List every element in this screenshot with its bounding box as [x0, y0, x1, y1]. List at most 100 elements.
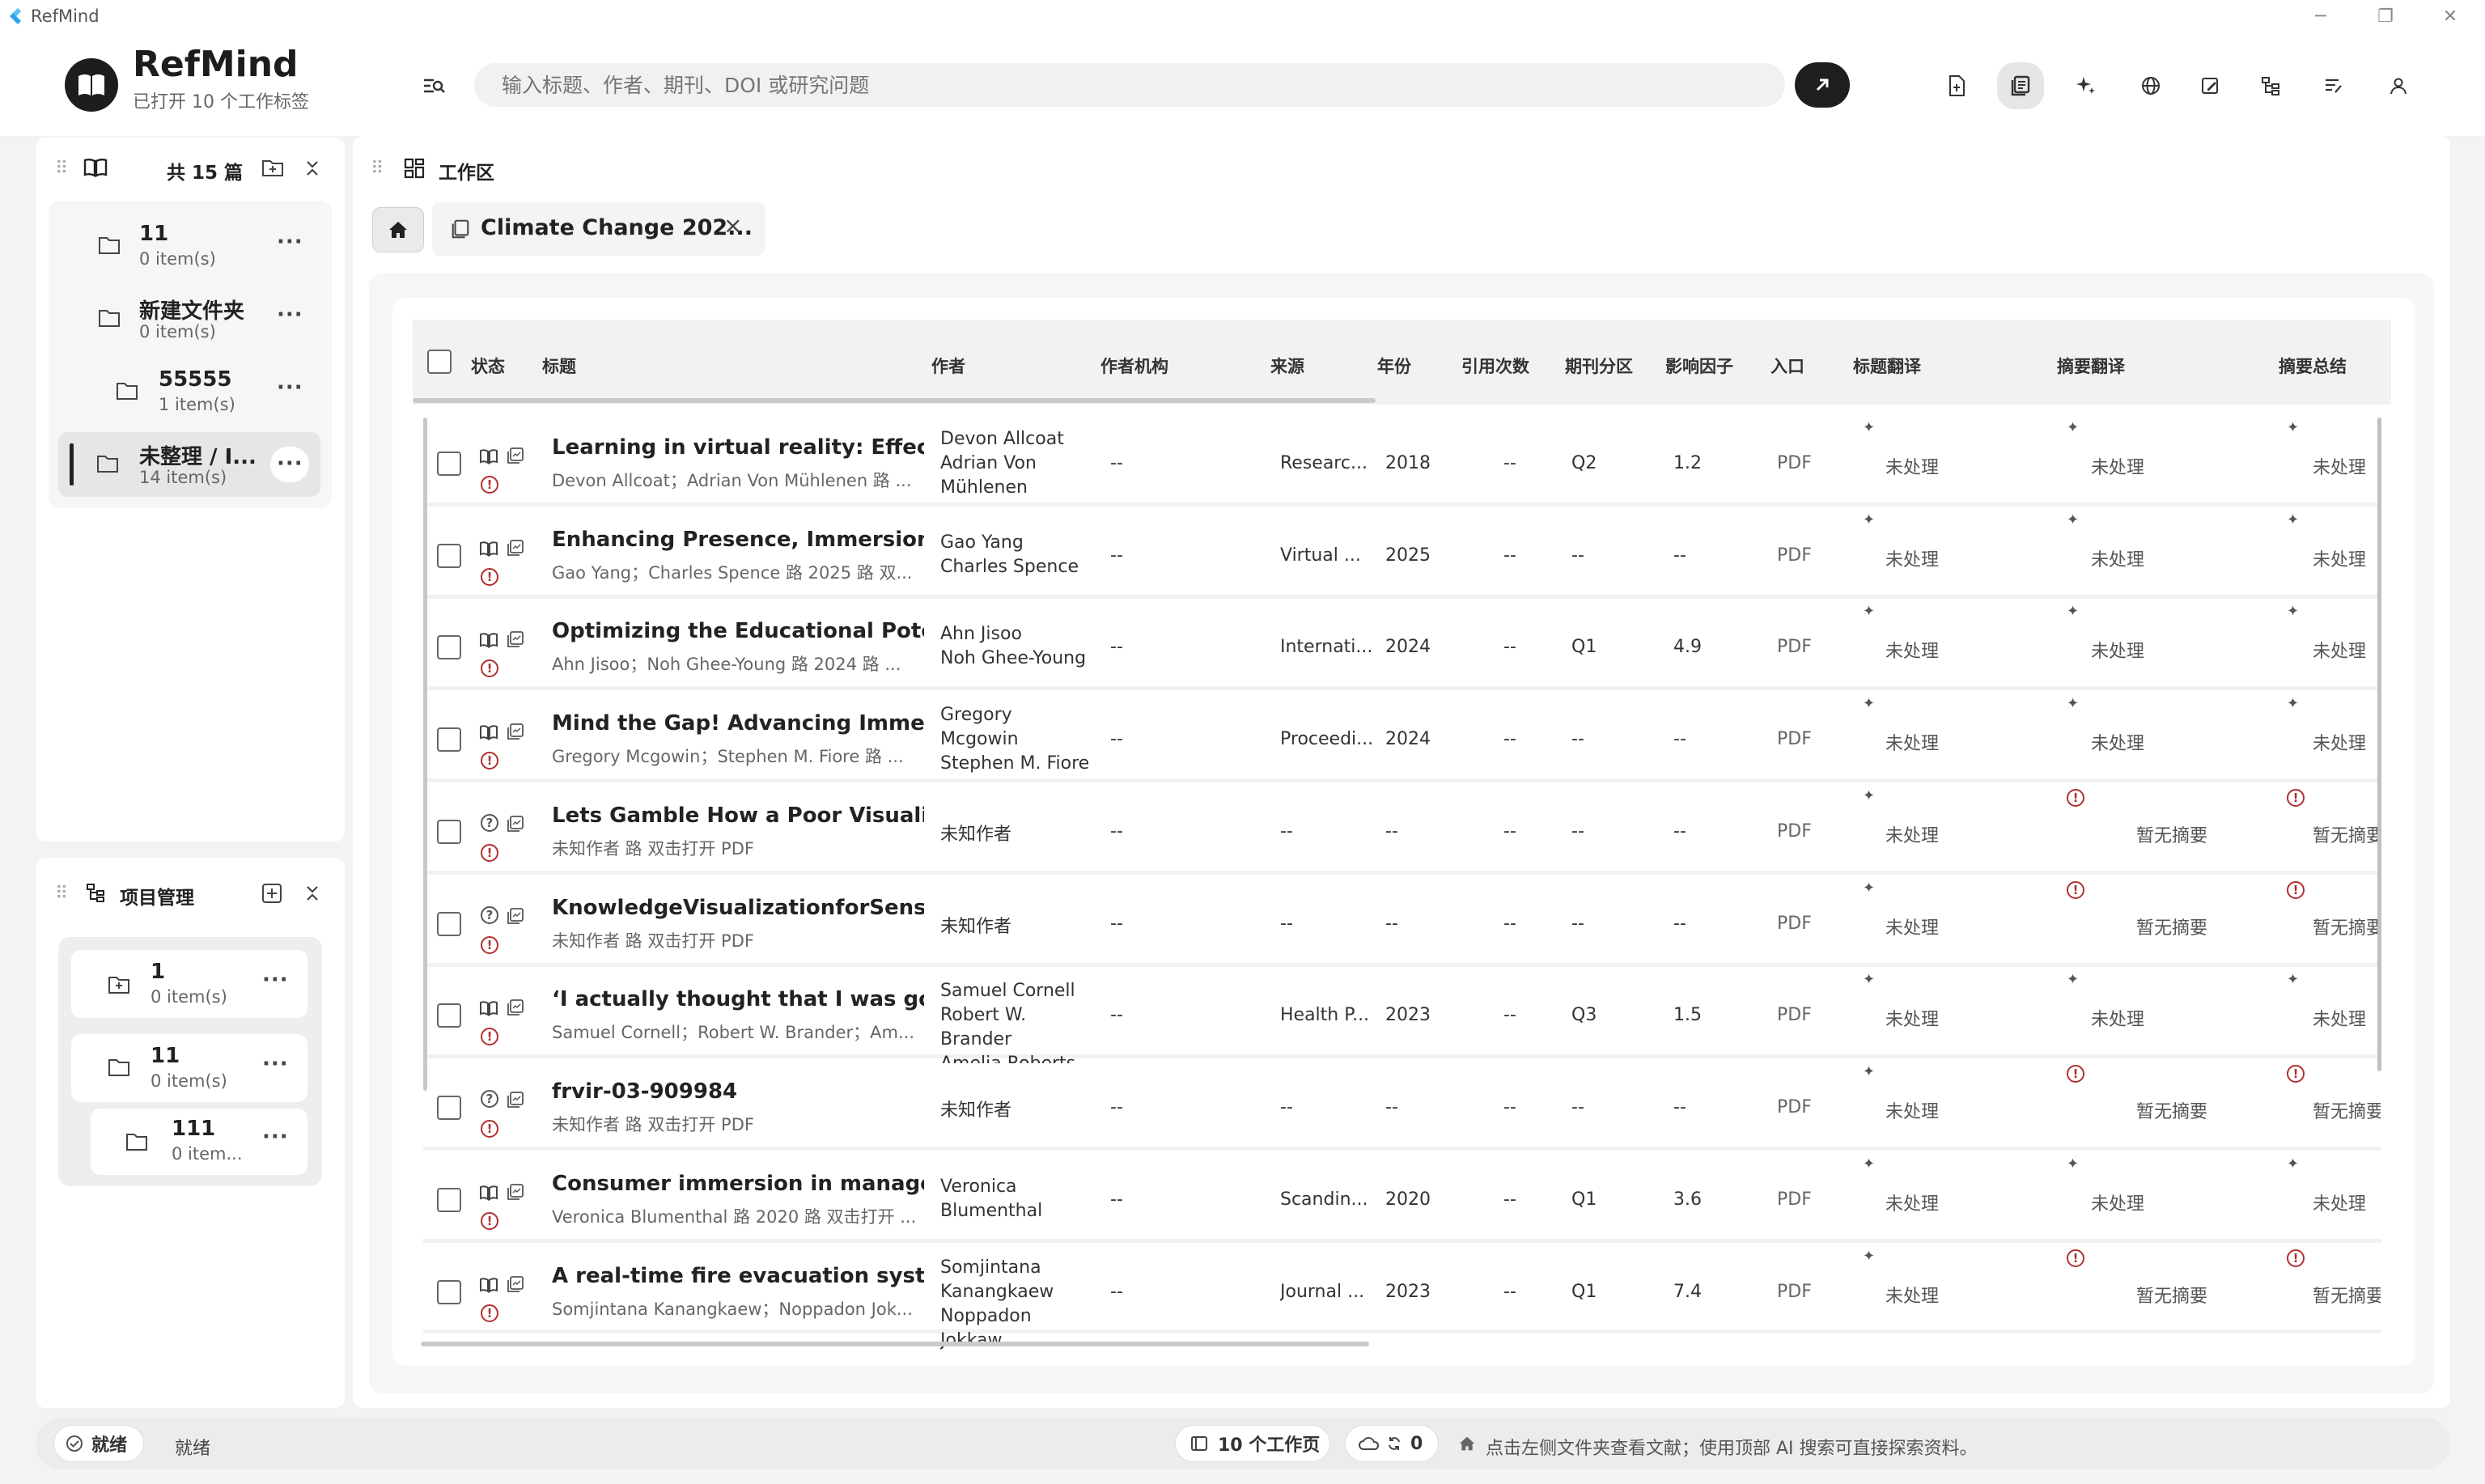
add-file-icon[interactable] — [1939, 68, 1974, 104]
header-abstract-translation[interactable]: 摘要翻译 — [2057, 354, 2125, 378]
row-checkbox[interactable] — [437, 1188, 461, 1212]
home-tab[interactable] — [372, 207, 424, 252]
globe-icon[interactable] — [2133, 68, 2169, 104]
abstract-summary-status[interactable]: 暂无摘要 — [2313, 1097, 2381, 1123]
more-options-icon[interactable]: ··· — [277, 375, 303, 400]
table-row[interactable] — [423, 1063, 2381, 1151]
header-title-translation[interactable]: 标题翻译 — [1853, 354, 1921, 378]
abstract-translation-status[interactable]: 未处理 — [2091, 1005, 2144, 1031]
pdf-entry-link[interactable]: PDF — [1777, 914, 1812, 934]
row-checkbox[interactable] — [437, 820, 461, 844]
abstract-translation-status[interactable]: 未处理 — [2091, 453, 2144, 479]
library-view-icon[interactable] — [1997, 62, 2044, 109]
paper-title[interactable]: frvir-03-909984 — [552, 1079, 924, 1104]
select-all-checkbox[interactable] — [427, 350, 452, 374]
title-translation-status[interactable]: 未处理 — [1885, 545, 1939, 571]
ai-sparkle-icon[interactable]: ✦ — [1863, 603, 1875, 620]
row-checkbox[interactable] — [437, 727, 461, 752]
abstract-translation-status[interactable]: 未处理 — [2091, 729, 2144, 755]
header-citations[interactable]: 引用次数 — [1461, 354, 1529, 378]
title-translation-status[interactable]: 未处理 — [1885, 914, 1939, 939]
user-icon[interactable] — [2381, 68, 2416, 104]
collapse-icon[interactable] — [304, 884, 320, 903]
row-checkbox[interactable] — [437, 544, 461, 568]
pdf-file-icon[interactable] — [507, 447, 524, 464]
new-folder-icon[interactable] — [261, 157, 285, 178]
pdf-entry-link[interactable]: PDF — [1777, 1189, 1812, 1210]
search-filter-icon[interactable] — [419, 71, 448, 100]
ai-sparkle-icon[interactable]: ✦ — [1863, 880, 1875, 897]
row-checkbox[interactable] — [437, 1096, 461, 1120]
paper-title[interactable]: Mind the Gap! Advancing Immers... — [552, 711, 924, 736]
workspace-count-pill[interactable]: 10 个工作页 — [1175, 1425, 1330, 1462]
ai-sparkle-icon[interactable]: ✦ — [2287, 511, 2299, 528]
paper-title[interactable]: Consumer immersion in managed... — [552, 1172, 924, 1196]
ai-sparkle-icon[interactable]: ✦ — [2067, 971, 2079, 988]
ai-sparkle-icon[interactable]: ✦ — [2067, 511, 2079, 528]
table-row[interactable] — [423, 880, 2381, 967]
ai-sparkle-icon[interactable]: ✦ — [1863, 1248, 1875, 1265]
abstract-translation-status[interactable]: 未处理 — [2091, 545, 2144, 571]
paper-title[interactable]: KnowledgeVisualizationforSense... — [552, 896, 924, 920]
more-options-icon[interactable]: ··· — [277, 303, 303, 327]
pdf-file-icon[interactable] — [507, 539, 524, 557]
header-title[interactable]: 标题 — [542, 354, 576, 378]
header-affiliation[interactable]: 作者机构 — [1100, 354, 1168, 378]
ai-sparkle-icon[interactable]: ✦ — [1863, 1063, 1875, 1080]
abstract-summary-status[interactable]: 未处理 — [2313, 545, 2366, 571]
pdf-file-icon[interactable] — [507, 815, 524, 833]
ai-sparkle-icon[interactable]: ✦ — [1863, 419, 1875, 436]
header-status[interactable]: 状态 — [471, 354, 505, 378]
search-input[interactable] — [474, 63, 1785, 107]
pdf-file-icon[interactable] — [507, 1275, 524, 1293]
ai-sparkle-icon[interactable]: ✦ — [2287, 695, 2299, 712]
restore-icon[interactable]: ❐ — [2361, 3, 2410, 29]
title-translation-status[interactable]: 未处理 — [1885, 1005, 1939, 1031]
ai-sparkle-icon[interactable] — [2068, 68, 2104, 104]
row-checkbox[interactable] — [437, 1280, 461, 1304]
paper-title[interactable]: Lets Gamble How a Poor Visuali... — [552, 803, 924, 828]
ai-sparkle-icon[interactable]: ✦ — [2287, 971, 2299, 988]
abstract-translation-status[interactable]: 未处理 — [2091, 637, 2144, 663]
row-checkbox[interactable] — [437, 635, 461, 659]
ai-sparkle-icon[interactable]: ✦ — [2067, 603, 2079, 620]
close-tab-icon[interactable]: × — [723, 212, 742, 239]
more-options-button[interactable]: ··· — [270, 447, 309, 482]
collapse-icon[interactable] — [304, 159, 320, 178]
ai-sparkle-icon[interactable]: ✦ — [2067, 695, 2079, 712]
abstract-summary-status[interactable]: 未处理 — [2313, 729, 2366, 755]
document-tab[interactable]: Climate Change 202... × — [432, 202, 765, 256]
pdf-entry-link[interactable]: PDF — [1777, 1282, 1812, 1302]
abstract-summary-status[interactable]: 未处理 — [2313, 1189, 2366, 1215]
project-item[interactable]: 111 0 item... ··· — [91, 1109, 307, 1175]
header-authors[interactable]: 作者 — [931, 354, 965, 378]
title-translation-status[interactable]: 未处理 — [1885, 729, 1939, 755]
pdf-entry-link[interactable]: PDF — [1777, 453, 1812, 473]
ai-sparkle-icon[interactable]: ✦ — [1863, 1155, 1875, 1172]
more-options-icon[interactable]: ··· — [262, 1125, 289, 1149]
vertical-scrollbar[interactable] — [2377, 418, 2381, 1071]
paper-title[interactable]: Learning in virtual reality: Effects ... — [552, 435, 924, 460]
abstract-summary-status[interactable]: 未处理 — [2313, 453, 2366, 479]
folder-item-selected[interactable]: 未整理 / I... 14 item(s) ··· — [58, 432, 320, 497]
paper-title[interactable]: ‘I actually thought that I was goin... — [552, 987, 924, 1011]
edit-note-icon[interactable] — [2193, 68, 2228, 104]
header-impact-factor[interactable]: 影响因子 — [1665, 354, 1733, 378]
row-checkbox[interactable] — [437, 1003, 461, 1028]
header-source[interactable]: 来源 — [1270, 354, 1304, 378]
project-item[interactable]: 11 0 item(s) ··· — [71, 1034, 307, 1102]
pdf-entry-link[interactable]: PDF — [1777, 637, 1812, 657]
ai-sparkle-icon[interactable]: ✦ — [1863, 971, 1875, 988]
pdf-entry-link[interactable]: PDF — [1777, 1097, 1812, 1117]
header-quartile[interactable]: 期刊分区 — [1565, 354, 1633, 378]
ai-sparkle-icon[interactable]: ✦ — [2287, 419, 2299, 436]
header-year[interactable]: 年份 — [1377, 354, 1411, 378]
pdf-entry-link[interactable]: PDF — [1777, 1005, 1812, 1025]
more-options-icon[interactable]: ··· — [277, 230, 303, 254]
minimize-icon[interactable]: ─ — [2296, 3, 2345, 29]
title-translation-status[interactable]: 未处理 — [1885, 1189, 1939, 1215]
abstract-translation-status[interactable]: 未处理 — [2091, 1189, 2144, 1215]
pdf-entry-link[interactable]: PDF — [1777, 545, 1812, 566]
abstract-translation-status[interactable]: 暂无摘要 — [2136, 1097, 2207, 1123]
drag-handle-icon[interactable]: ⠿ — [55, 884, 68, 904]
